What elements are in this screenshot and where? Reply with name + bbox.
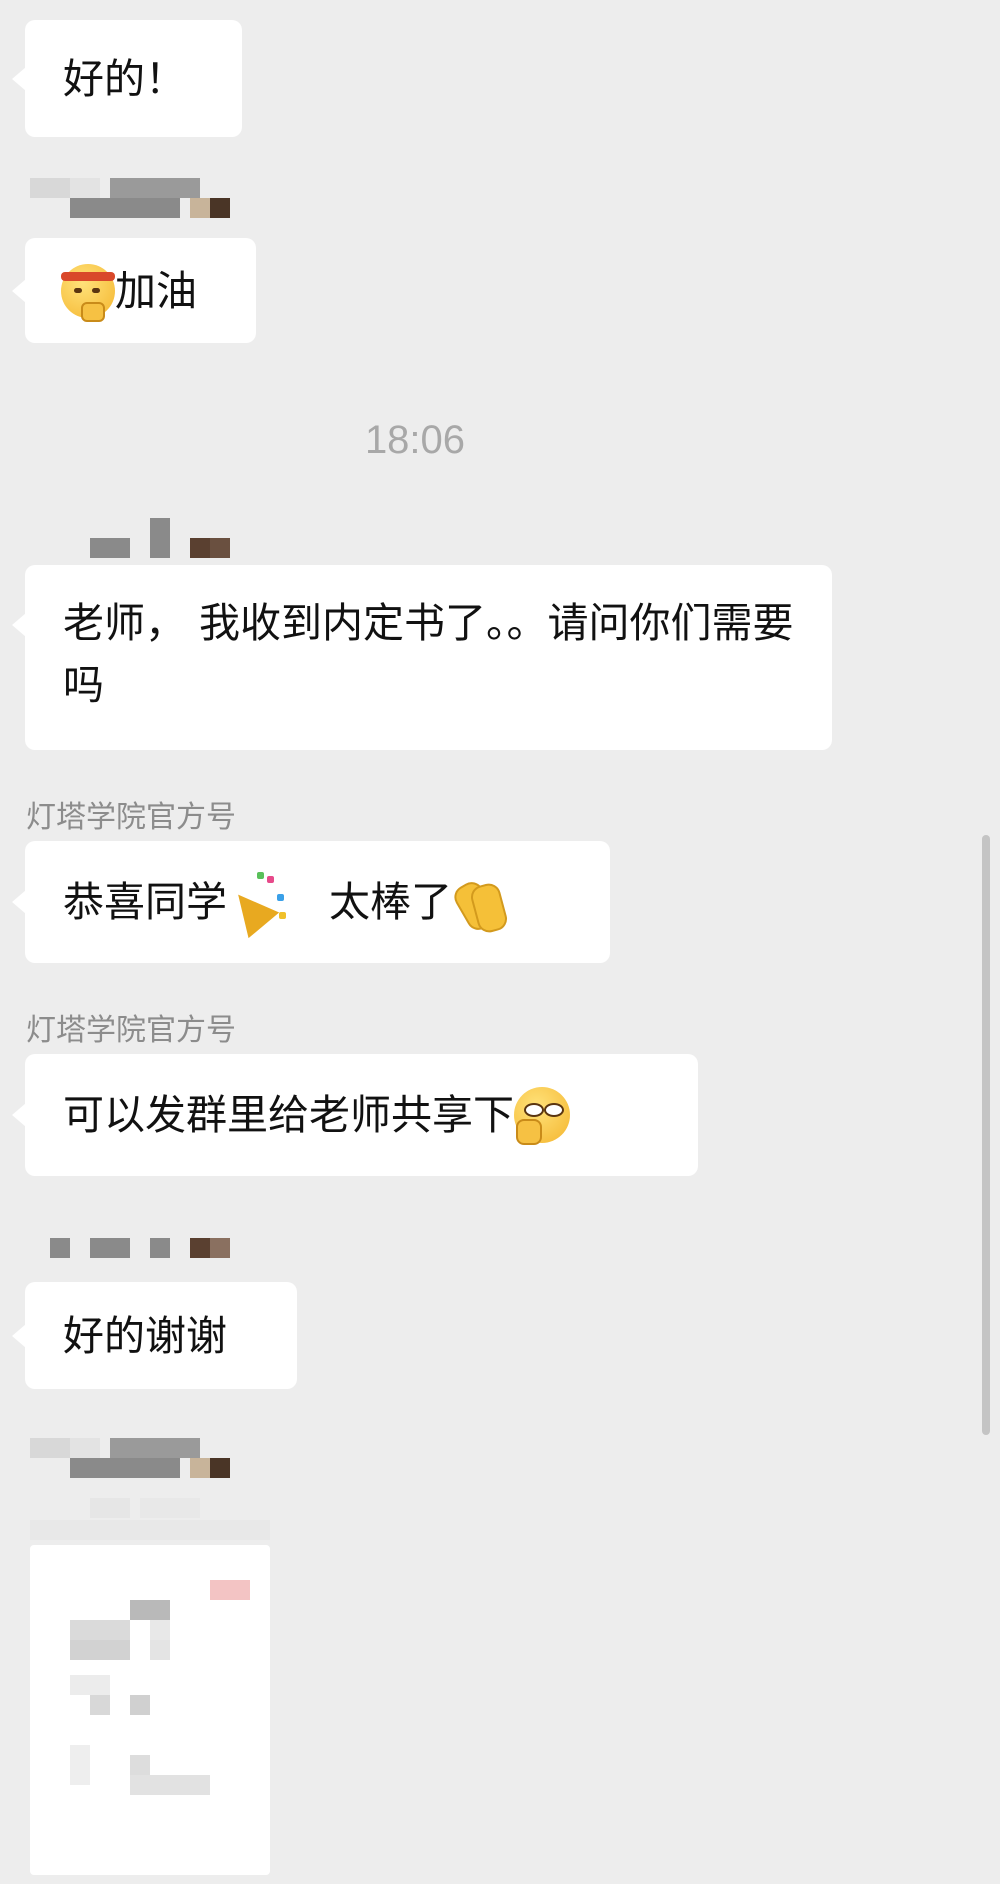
scrollbar[interactable]	[982, 835, 990, 1435]
sender-name-blurred	[90, 518, 240, 558]
message-bubble[interactable]: 好的！	[12, 20, 242, 137]
message-text: 恭喜同学	[63, 878, 227, 926]
message-text: 老师， 我收到内定书了。。请问你们需要吗	[63, 599, 794, 709]
smirking-face-emoji	[514, 1087, 570, 1145]
party-popper-emoji	[222, 872, 287, 939]
sender-name: 灯塔学院官方号	[26, 800, 236, 835]
message-bubble[interactable]: 可以发群里给老师共享下	[12, 1054, 698, 1176]
message-bubble[interactable]: 好的谢谢	[12, 1282, 297, 1389]
timestamp: 18:06	[364, 418, 466, 462]
sender-name-blurred	[30, 178, 230, 218]
sender-name-blurred	[30, 1438, 230, 1478]
image-message[interactable]	[30, 1545, 270, 1875]
headband-face-emoji	[61, 263, 115, 322]
sender-name: 灯塔学院官方号	[26, 1013, 236, 1048]
message-bubble[interactable]: 加油	[12, 238, 256, 343]
message-text: 可以发群里给老师共享下	[63, 1091, 514, 1139]
sender-name-blurred	[50, 1238, 240, 1278]
message-text: 好的！	[63, 54, 186, 103]
message-text: 太棒了	[329, 878, 452, 926]
message-bubble[interactable]: 老师， 我收到内定书了。。请问你们需要吗	[12, 565, 832, 750]
image-caption-blurred	[30, 1496, 270, 1540]
message-text: 加油	[115, 266, 197, 315]
message-bubble[interactable]: 恭喜同学 太棒了	[12, 841, 610, 963]
clapping-hands-emoji	[450, 874, 510, 936]
message-text: 好的谢谢	[63, 1311, 227, 1360]
